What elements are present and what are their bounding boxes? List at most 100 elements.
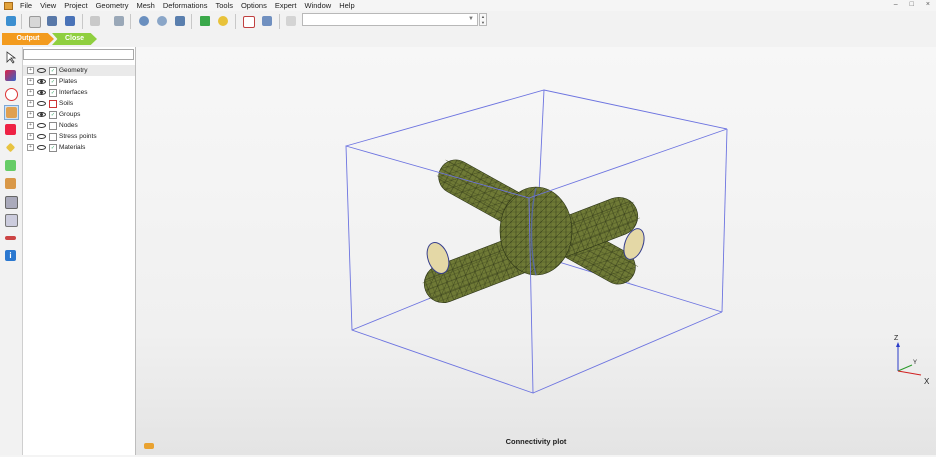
tree-item-geometry[interactable]: + ✓ Geometry [23, 65, 135, 76]
curve-plot-icon[interactable] [4, 195, 18, 209]
stresses-icon[interactable] [4, 123, 17, 136]
visibility-checkbox[interactable] [49, 122, 57, 130]
tree-item-label: Plates [59, 78, 78, 85]
eye-closed-icon[interactable] [37, 123, 46, 128]
tree-item-groups[interactable]: + ✓ Groups [23, 109, 135, 120]
junction-shell [499, 186, 573, 276]
zoom-window-icon[interactable] [88, 14, 102, 28]
chart-icon[interactable] [4, 213, 18, 227]
eye-closed-icon[interactable] [37, 145, 46, 150]
model-explorer-panel: + ✓ Geometry + ✓ Plates + ✓ Interfaces +… [23, 47, 136, 455]
viewport-canvas: Z Y X [345, 89, 930, 394]
zoom-in-icon[interactable] [137, 14, 151, 28]
eye-open-icon[interactable] [37, 90, 46, 95]
eye-closed-icon[interactable] [37, 68, 46, 73]
pan-icon[interactable] [112, 14, 126, 28]
visibility-checkbox[interactable]: ✓ [49, 144, 57, 152]
window-controls: – □ × [894, 1, 930, 8]
model-tree: + ✓ Geometry + ✓ Plates + ✓ Interfaces +… [23, 65, 135, 153]
tree-item-interfaces[interactable]: + ✓ Interfaces [23, 87, 135, 98]
menu-bar: File View Project Geometry Mesh Deformat… [0, 0, 936, 11]
copy-icon[interactable] [27, 14, 41, 28]
list-icon[interactable] [284, 14, 298, 28]
axis-triad: Z Y X [894, 335, 930, 386]
new-project-icon[interactable] [4, 14, 18, 28]
tree-item-plates[interactable]: + ✓ Plates [23, 76, 135, 87]
expand-icon[interactable]: + [27, 144, 34, 151]
toolbar-separator [279, 14, 280, 29]
tree-item-label: Soils [59, 100, 74, 107]
tree-item-soils[interactable]: + Soils [23, 98, 135, 109]
visibility-checkbox[interactable]: ✓ [49, 89, 57, 97]
tree-item-stress-points[interactable]: + Stress points [23, 131, 135, 142]
target-icon[interactable] [4, 87, 18, 101]
menu-geometry[interactable]: Geometry [92, 0, 133, 11]
menu-expert[interactable]: Expert [271, 0, 301, 11]
expand-icon[interactable]: + [27, 111, 34, 118]
menu-help[interactable]: Help [335, 0, 358, 11]
step-spinner[interactable]: ▲ ▼ [479, 13, 487, 26]
chevron-down-icon: ▼ [468, 16, 474, 22]
menu-view[interactable]: View [36, 0, 60, 11]
menu-tools[interactable]: Tools [211, 0, 237, 11]
tree-item-nodes[interactable]: + Nodes [23, 120, 135, 131]
tree-item-materials[interactable]: + ✓ Materials [23, 142, 135, 153]
tab-output[interactable]: Output [2, 33, 54, 45]
visibility-checkbox[interactable] [49, 133, 57, 141]
export-icon[interactable] [63, 14, 77, 28]
light-icon[interactable] [216, 14, 230, 28]
tab-close[interactable]: Close [52, 33, 97, 45]
model-viewport[interactable]: Z Y X Connectivity plot [136, 47, 936, 455]
select-arrow-icon[interactable] [4, 51, 17, 64]
scale-icon[interactable] [241, 14, 255, 28]
expand-icon[interactable]: + [27, 133, 34, 140]
close-window-button[interactable]: × [926, 1, 930, 8]
eye-closed-icon[interactable] [37, 134, 46, 139]
mode-tabs: Output Close [0, 32, 936, 47]
menu-deformations[interactable]: Deformations [159, 0, 212, 11]
reset-view-icon[interactable] [173, 14, 187, 28]
expand-icon[interactable]: + [27, 67, 34, 74]
maximize-button[interactable]: □ [910, 1, 914, 8]
add-icon[interactable] [198, 14, 212, 28]
minimize-button[interactable]: – [894, 1, 898, 8]
axis-z-label: Z [894, 335, 899, 342]
tree-item-label: Groups [59, 111, 81, 118]
tunnel-mesh [422, 159, 645, 303]
ruler-icon[interactable] [4, 231, 17, 244]
expand-icon[interactable]: + [27, 89, 34, 96]
menu-project[interactable]: Project [60, 0, 91, 11]
mesh-view-icon[interactable] [4, 105, 19, 120]
visibility-checkbox[interactable]: ✓ [49, 111, 57, 119]
expand-icon[interactable]: + [27, 100, 34, 107]
menu-mesh[interactable]: Mesh [133, 0, 159, 11]
visibility-checkbox[interactable]: ✓ [49, 67, 57, 75]
cross-section-icon[interactable] [4, 177, 17, 190]
visibility-checkbox[interactable] [49, 100, 57, 108]
axis-y-label: Y [913, 360, 917, 366]
app-icon [4, 1, 13, 10]
eye-open-icon[interactable] [37, 79, 46, 84]
print-icon[interactable] [45, 14, 59, 28]
explorer-search-input[interactable] [23, 49, 134, 60]
toolbar-separator [191, 14, 192, 29]
visibility-checkbox[interactable]: ✓ [49, 78, 57, 86]
table-icon[interactable] [260, 14, 274, 28]
structures-icon[interactable] [4, 159, 17, 172]
eye-open-icon[interactable] [37, 112, 46, 117]
zoom-out-icon[interactable] [155, 14, 169, 28]
curves-icon[interactable] [4, 69, 17, 82]
expand-icon[interactable]: + [27, 78, 34, 85]
plot-title: Connectivity plot [505, 437, 567, 446]
expand-icon[interactable]: + [27, 122, 34, 129]
info-icon[interactable]: i [4, 249, 17, 262]
toolbar-separator [235, 14, 236, 29]
menu-options[interactable]: Options [237, 0, 271, 11]
eye-closed-icon[interactable] [37, 101, 46, 106]
tree-item-label: Nodes [59, 122, 78, 129]
axis-x-label: X [924, 377, 930, 386]
menu-window[interactable]: Window [301, 0, 336, 11]
menu-file[interactable]: File [16, 0, 36, 11]
pencil-icon[interactable] [4, 141, 17, 154]
step-select[interactable]: ▼ [302, 13, 478, 26]
